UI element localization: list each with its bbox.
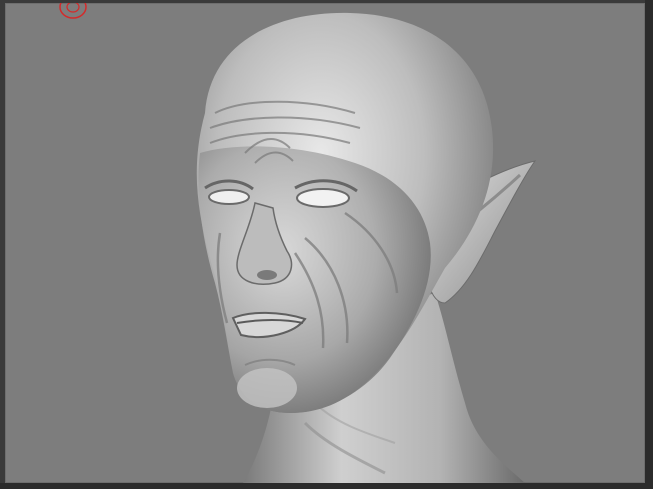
window-edge-bottom: [0, 483, 653, 489]
window-edge-right: [645, 0, 653, 489]
brush-cursor-icon: [59, 3, 87, 19]
sculpt-viewport[interactable]: [5, 3, 645, 483]
goblin-head-model[interactable]: [5, 3, 645, 483]
app-window: [0, 0, 653, 489]
left-eye: [208, 189, 250, 205]
chin: [237, 368, 297, 408]
right-eye: [296, 188, 350, 208]
